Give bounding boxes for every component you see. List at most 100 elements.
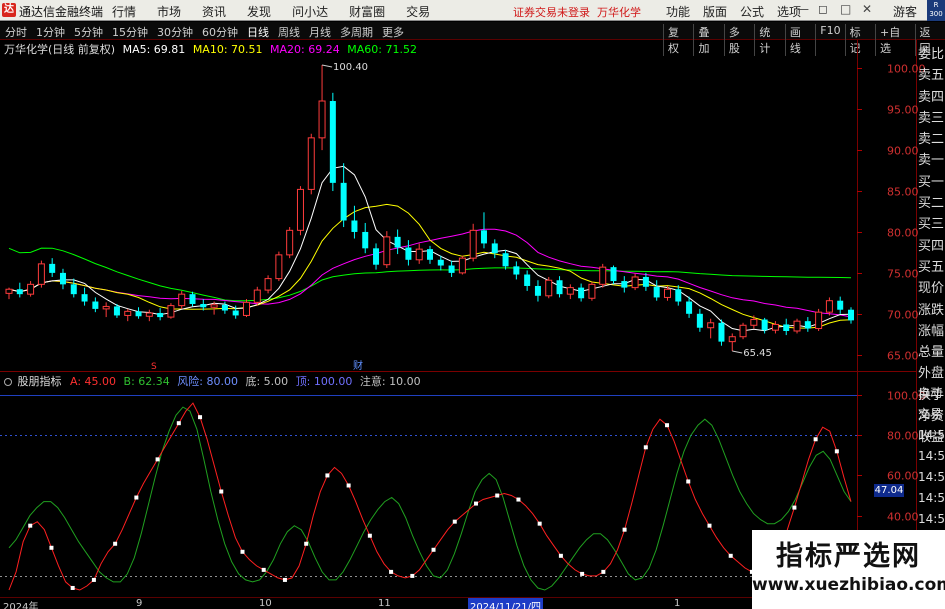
candle (242, 299, 250, 318)
period-tab[interactable]: 30分钟 (157, 24, 193, 40)
candle-body (221, 304, 228, 311)
candle-body (232, 310, 239, 316)
indicator-point (49, 545, 54, 550)
candle-body (804, 321, 811, 329)
candle-body (610, 267, 617, 282)
candle-body (405, 247, 412, 260)
indicator-point (91, 577, 96, 582)
menu-function[interactable]: 功能 (666, 3, 690, 20)
candle-body (427, 249, 433, 260)
menu-discover[interactable]: 发现 (247, 3, 271, 20)
candle-body (621, 281, 628, 288)
price-tick-label: 75.00 (887, 268, 919, 281)
candles (5, 65, 854, 352)
period-tab[interactable]: 多周期 (340, 24, 373, 40)
minimize-icon[interactable]: — (797, 2, 809, 16)
candle (405, 240, 412, 266)
main-menu: 行情 市场 资讯 发现 问小达 财富圈 交易 (112, 3, 451, 20)
side-panel-item: 总量 (918, 345, 945, 361)
price-tick-label: 90.00 (887, 145, 919, 158)
indicator-point (622, 527, 627, 532)
menu-market[interactable]: 市场 (157, 3, 181, 20)
candle-body (145, 312, 153, 317)
candle (373, 243, 380, 270)
period-tab[interactable]: 60分钟 (202, 24, 238, 40)
indicator-point (431, 547, 436, 552)
side-panel-item: 卖二 (918, 132, 945, 148)
candle (394, 229, 401, 255)
candle (70, 278, 77, 298)
period-tab[interactable]: 15分钟 (112, 24, 148, 40)
candle (653, 280, 660, 301)
menu-news[interactable]: 资讯 (202, 3, 226, 20)
period-tab[interactable]: 日线 (247, 24, 269, 40)
candle-body (696, 313, 703, 328)
watermark: 指标严选网 www.xuezhibiao.com (752, 530, 945, 609)
indicator-point (580, 571, 585, 576)
indicator-settings-icon[interactable] (4, 378, 12, 386)
indicator-tick-label: 60.00 (887, 470, 919, 483)
indicator-point (410, 573, 415, 578)
candle (16, 282, 23, 298)
kline-chart[interactable]: 65.0070.0075.0080.0085.0090.0095.00100.0… (0, 40, 945, 597)
main-legend: 万华化学(日线 前复权) MA5: 69.81 MA10: 70.51 MA20… (4, 41, 417, 57)
period-tab[interactable]: 更多 (382, 24, 404, 40)
candle (178, 290, 186, 309)
candle-body (566, 287, 574, 295)
candle (189, 291, 196, 307)
indicator-point (304, 541, 309, 546)
candle-body (157, 312, 164, 318)
period-tab[interactable]: 月线 (309, 24, 331, 40)
candle-body (578, 287, 585, 299)
candle (59, 268, 66, 290)
candle-body (848, 309, 854, 321)
trade-login-notice[interactable]: 证券交易未登录 万华化学 (513, 4, 641, 20)
candle (804, 317, 811, 332)
candle-body (296, 188, 304, 231)
period-tab[interactable]: 周线 (278, 24, 300, 40)
indicator-point (813, 437, 818, 442)
candle-body (750, 319, 758, 326)
legend-ma20: MA20: 69.24 (270, 43, 340, 56)
indicator-point (516, 497, 521, 502)
menu-trade[interactable]: 交易 (406, 3, 430, 20)
legend-bottom: 底: 5.00 (245, 375, 289, 388)
menu-quotes[interactable]: 行情 (112, 3, 136, 20)
candle (513, 261, 520, 280)
title-bar: 达 通达信金融终端 行情 市场 资讯 发现 问小达 财富圈 交易 证券交易未登录… (0, 0, 945, 21)
candle-body (49, 263, 56, 273)
maximize-icon[interactable]: □ (840, 2, 851, 16)
candle (783, 318, 790, 336)
candle-body (469, 229, 477, 259)
guest-label[interactable]: 游客 (893, 3, 917, 20)
candle-body (663, 288, 671, 298)
menu-wealth[interactable]: 财富圈 (349, 3, 385, 20)
high-marker-label: 100.40 (333, 62, 368, 73)
candle (825, 297, 833, 316)
candle-body (5, 288, 13, 294)
indicator-point (834, 449, 839, 454)
candle-body (135, 311, 142, 317)
close-icon[interactable]: ✕ (862, 2, 872, 16)
candle-body (739, 324, 747, 338)
candle-body (642, 276, 649, 287)
legend-a: A: 45.00 (70, 375, 117, 388)
period-tab[interactable]: 5分钟 (74, 24, 103, 40)
menu-ask[interactable]: 问小达 (292, 3, 328, 20)
candle-body (318, 100, 326, 139)
restore-icon[interactable]: ◻ (818, 2, 828, 16)
period-tab[interactable]: 分时 (5, 24, 27, 40)
period-tab[interactable]: 1分钟 (36, 24, 65, 40)
candle (491, 239, 498, 259)
candle (534, 280, 541, 302)
price-axis: 65.0070.0075.0080.0085.0090.0095.00100.0… (857, 63, 926, 363)
candle-body (329, 101, 336, 183)
right-menu: 功能 版面 公式 选项 (666, 3, 814, 20)
candle-body (124, 310, 132, 316)
candle (848, 307, 854, 324)
side-panel-item: 买二 (918, 196, 945, 212)
menu-layout[interactable]: 版面 (703, 3, 727, 20)
candle-body (16, 289, 23, 295)
indicator-legend: 股朋指标 A: 45.00 B: 62.34 风险: 80.00 底: 5.00… (4, 373, 421, 389)
menu-formula[interactable]: 公式 (740, 3, 764, 20)
